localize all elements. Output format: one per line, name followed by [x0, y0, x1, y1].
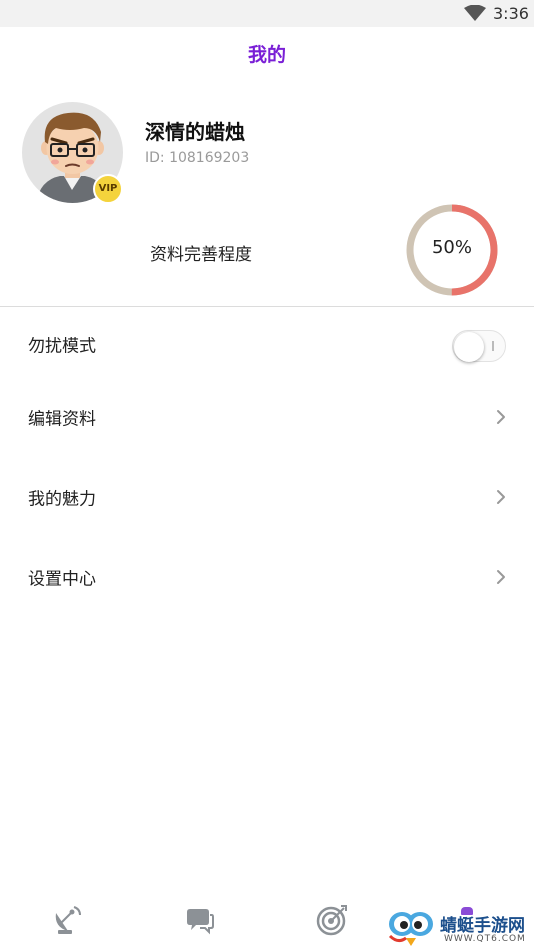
page-title: 我的: [247, 44, 286, 66]
menu-row-do-not-disturb: 勿扰模式: [0, 314, 534, 374]
do-not-disturb-toggle[interactable]: [452, 330, 506, 362]
status-bar: 3:36: [0, 0, 534, 27]
do-not-disturb-label: 勿扰模式: [28, 336, 96, 357]
chat-bubbles-icon: [187, 909, 214, 935]
watermark-name: 蜻蜓手游网: [440, 916, 525, 936]
tab-discover[interactable]: [50, 903, 84, 937]
toggle-knob: [454, 332, 484, 362]
username: 深情的蜡烛: [145, 120, 245, 144]
wifi-icon: [464, 5, 486, 21]
tab-target[interactable]: [315, 903, 349, 937]
toggle-off-mark: [492, 341, 494, 351]
menu-row-my-charm[interactable]: 我的魅力: [0, 467, 534, 527]
my-charm-label: 我的魅力: [28, 489, 96, 510]
status-time: 3:36: [493, 4, 529, 23]
completion-percent: 50%: [431, 237, 472, 258]
settings-label: 设置中心: [28, 569, 96, 590]
chevron-right-icon: [497, 570, 505, 584]
menu-row-settings[interactable]: 设置中心: [0, 547, 534, 607]
dragonfly-logo-icon: [388, 912, 433, 946]
satellite-dish-icon: [55, 906, 81, 934]
watermark-logo: 蜻蜓手游网 WWW.QT6.COM: [386, 908, 534, 949]
chevron-right-icon: [497, 490, 505, 504]
watermark-url: WWW.QT6.COM: [444, 934, 526, 944]
edit-profile-label: 编辑资料: [28, 409, 96, 430]
vip-badge: VIP: [93, 174, 123, 204]
target-icon: [316, 905, 347, 936]
divider: [0, 306, 534, 307]
tab-messages[interactable]: [182, 903, 216, 937]
completion-label: 资料完善程度: [150, 245, 252, 265]
user-id: ID: 108169203: [145, 150, 250, 166]
chevron-right-icon: [497, 410, 505, 424]
menu-row-edit-profile[interactable]: 编辑资料: [0, 387, 534, 447]
